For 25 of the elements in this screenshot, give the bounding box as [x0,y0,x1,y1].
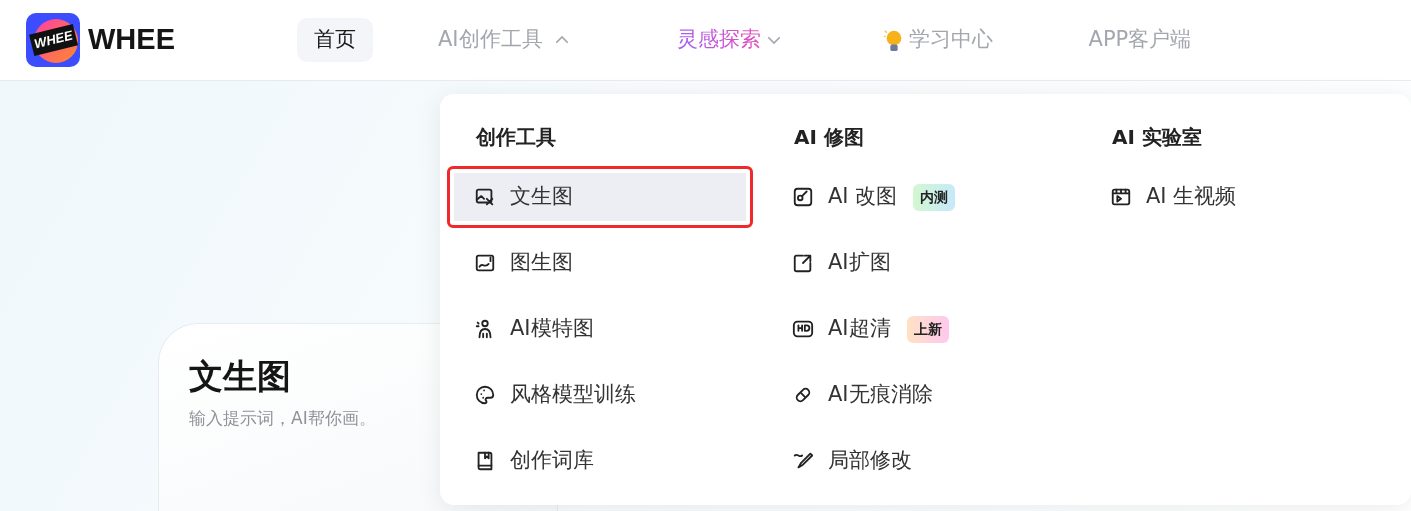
image-swap-icon [474,252,496,274]
menu-badge: 内测 [913,183,956,211]
nav-tab[interactable]: 首页 [297,18,373,62]
brand-name: WHEE [88,22,175,58]
menu-item[interactable]: AI无痕消除 [765,364,1071,426]
image-text-icon [474,186,496,208]
menu-section-title: AI 修图 [794,124,865,151]
whee-logo[interactable]: WHEE [26,13,80,67]
menu-item[interactable]: AI 改图 内测 [765,166,1071,228]
menu-item[interactable]: AI 生视频 [1083,166,1389,228]
menu-item[interactable]: AI扩图 [765,232,1071,294]
menu-item[interactable]: 局部修改 [765,430,1071,492]
menu-item[interactable]: AI超清 上新 [765,298,1071,360]
menu-section-title: 创作工具 [476,124,557,151]
menu-badge: 上新 [906,315,949,343]
menu-item[interactable]: 图生图 [447,232,753,294]
expand-icon [792,252,814,274]
hd-icon [792,318,814,340]
card-subtitle: 输入提示词，AI帮你画。 [189,407,376,430]
video-ai-icon [1110,186,1132,208]
palette-icon [474,384,496,406]
menu-section-title: AI 实验室 [1112,124,1203,151]
image-edit-icon [792,186,814,208]
menu-item[interactable]: 文生图 [447,166,753,228]
card-title: 文生图 [189,355,291,398]
